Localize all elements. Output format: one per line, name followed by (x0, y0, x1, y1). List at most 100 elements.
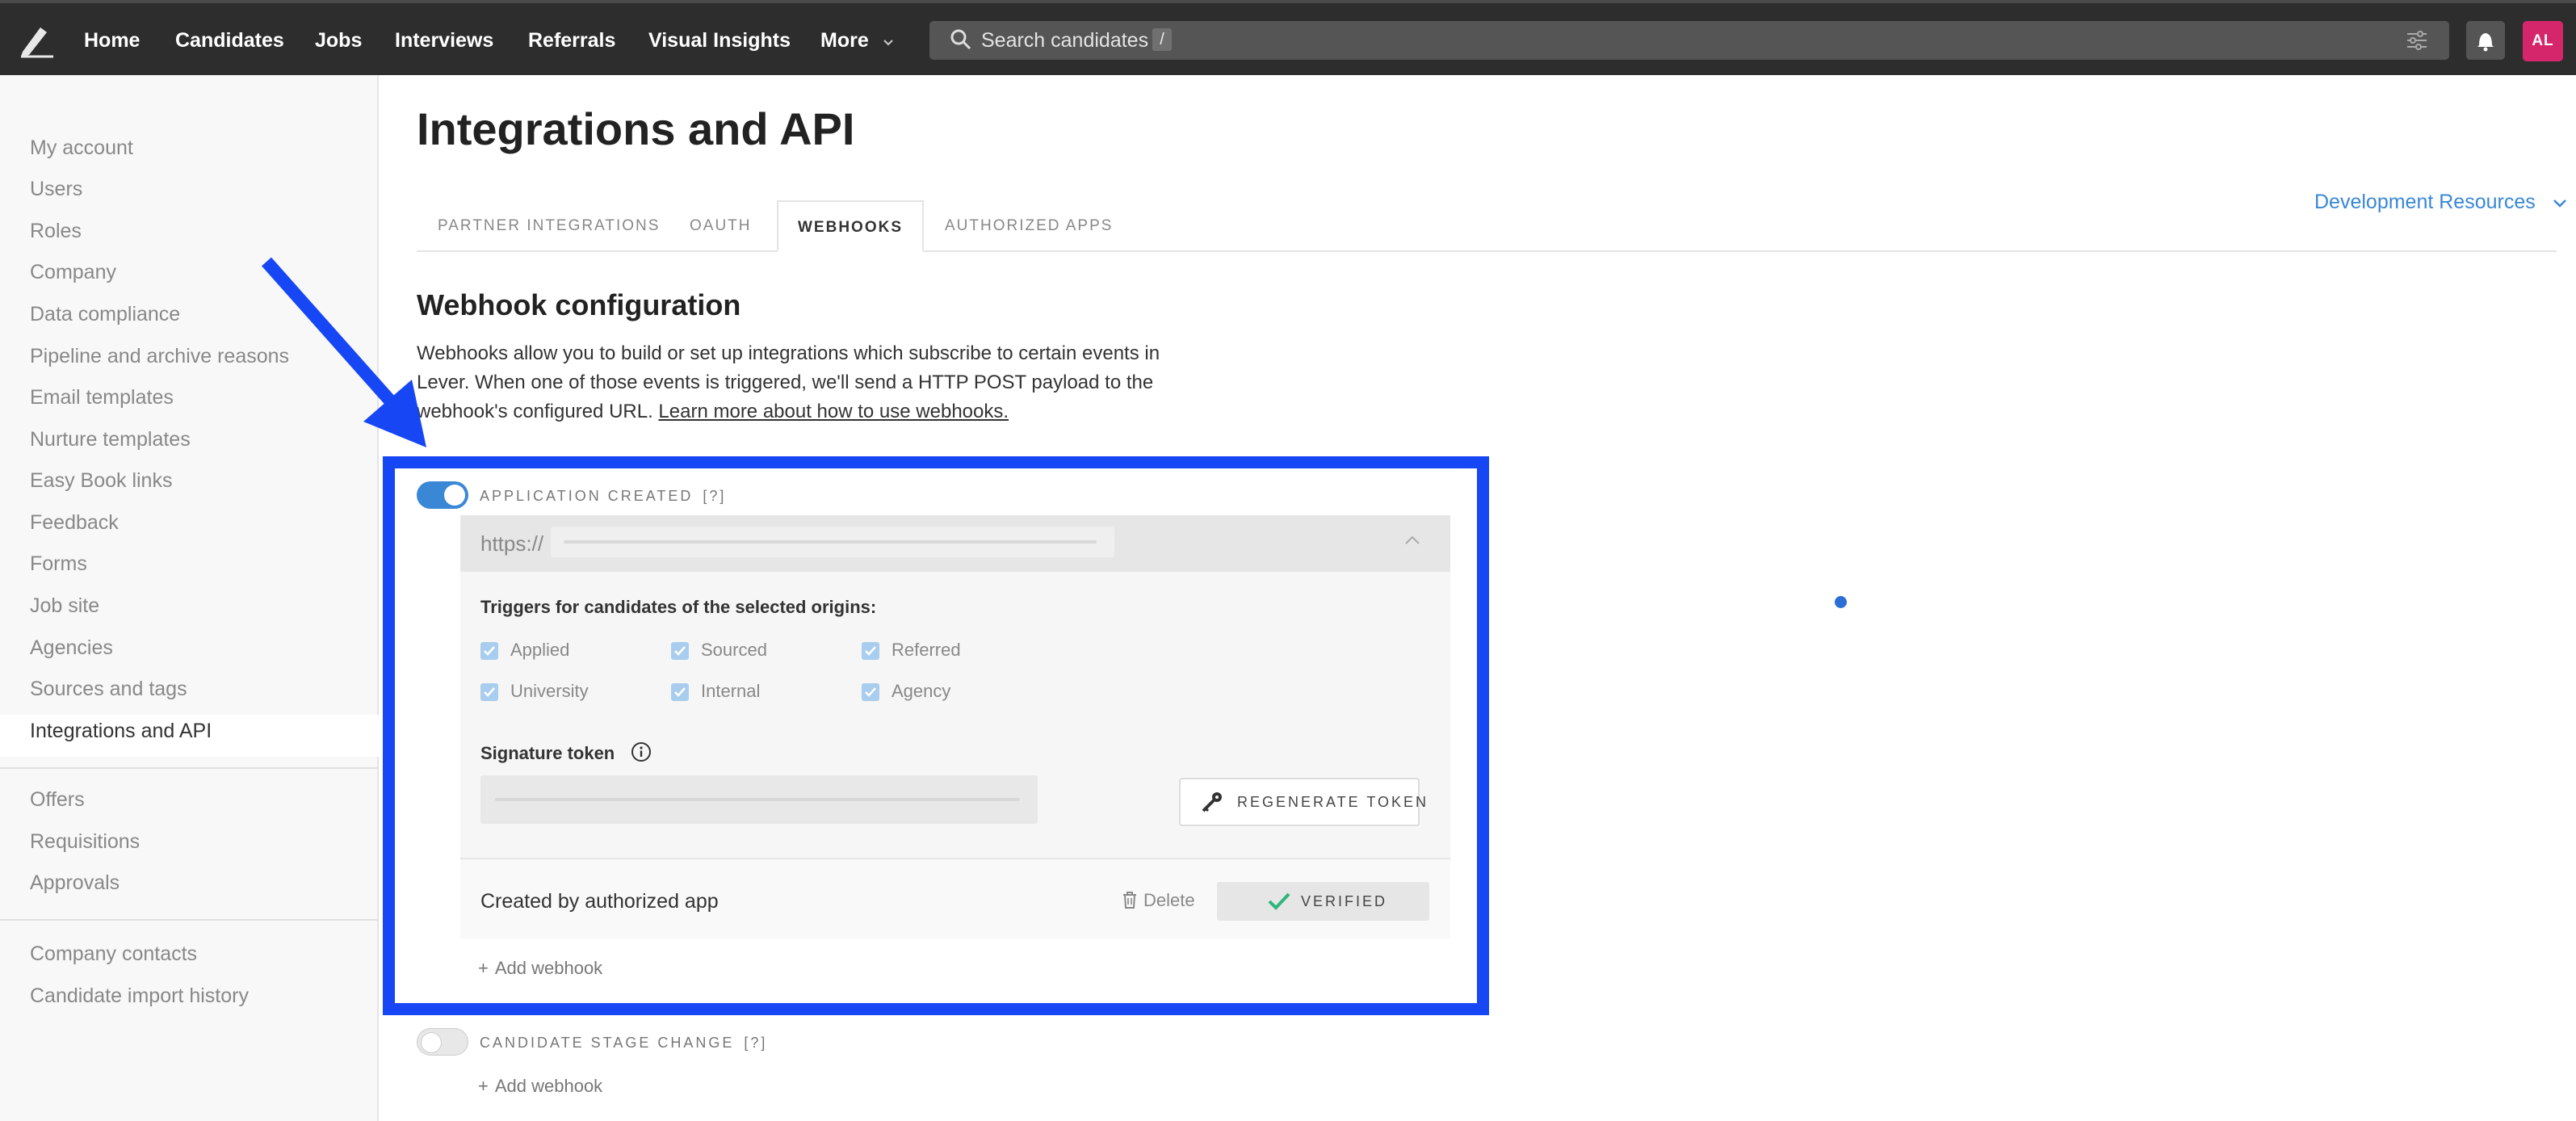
checkbox-sourced[interactable] (671, 642, 689, 660)
checkmark-icon (1268, 892, 1290, 910)
nav-more[interactable]: More (820, 29, 894, 52)
checkbox-university[interactable] (480, 683, 498, 701)
created-by-text: Created by authorized app (480, 890, 719, 913)
toggle-knob (421, 1032, 442, 1053)
trigger-label-applied: Applied (510, 640, 570, 660)
sidebar-item-pipeline-archive[interactable]: Pipeline and archive reasons (30, 345, 289, 368)
sidebar-item-job-site[interactable]: Job site (30, 594, 99, 618)
sidebar-divider (0, 767, 379, 769)
search-icon (950, 29, 971, 50)
nav-more-label: More (820, 29, 869, 52)
chevron-down-icon (2553, 199, 2566, 208)
add-webhook-button[interactable]: + Add webhook (478, 1076, 602, 1097)
development-resources-label: Development Resources (2314, 191, 2536, 213)
sidebar-item-easy-book-links[interactable]: Easy Book links (30, 469, 172, 493)
sidebar-item-requisitions[interactable]: Requisitions (30, 830, 140, 854)
check-icon (674, 646, 686, 656)
search-placeholder: Search candidates (981, 29, 1149, 52)
tab-authorized-apps[interactable]: AUTHORIZED APPS (945, 200, 1113, 252)
webhook-url-bar[interactable]: https:// (460, 515, 1450, 572)
trigger-label-referred: Referred (892, 640, 961, 660)
sidebar-item-data-compliance[interactable]: Data compliance (30, 303, 180, 326)
event-help-link[interactable]: [?] (703, 488, 726, 504)
event-name: CANDIDATE STAGE CHANGE (480, 1035, 735, 1051)
settings-sidebar: My account Users Roles Company Data comp… (0, 75, 379, 1121)
check-icon (865, 687, 876, 697)
trigger-label-agency: Agency (892, 681, 951, 701)
key-icon (1202, 792, 1222, 812)
tab-bar: PARTNER INTEGRATIONS OAUTH WEBHOOKS AUTH… (417, 200, 2557, 252)
application-created-toggle[interactable] (417, 481, 468, 509)
info-icon[interactable] (631, 741, 652, 762)
sidebar-item-agencies[interactable]: Agencies (30, 636, 113, 660)
nav-referrals[interactable]: Referrals (528, 29, 615, 52)
nav-visual-insights[interactable]: Visual Insights (648, 29, 791, 52)
regenerate-token-button[interactable]: REGENERATE TOKEN (1179, 778, 1426, 826)
webhook-url-prefix: https:// (480, 531, 544, 556)
trigger-label-sourced: Sourced (701, 640, 767, 660)
sidebar-item-my-account[interactable]: My account (30, 136, 133, 160)
checkbox-internal[interactable] (671, 683, 689, 701)
candidate-stage-change-toggle[interactable] (417, 1028, 468, 1056)
bell-icon (2477, 33, 2494, 52)
event-name: APPLICATION CREATED (480, 488, 694, 504)
chevron-down-icon (883, 40, 893, 46)
sidebar-item-email-templates[interactable]: Email templates (30, 386, 174, 409)
nav-jobs[interactable]: Jobs (315, 29, 362, 52)
nav-candidates[interactable]: Candidates (175, 29, 284, 52)
add-webhook-button[interactable]: + Add webhook (478, 958, 602, 979)
signature-token-field[interactable] (480, 775, 1038, 824)
annotation-arrow-icon (262, 257, 426, 447)
nav-home[interactable]: Home (84, 29, 140, 52)
nav-interviews[interactable]: Interviews (395, 29, 493, 52)
signature-token-title: Signature token (480, 741, 652, 764)
learn-more-link[interactable]: Learn more about how to use webhooks. (658, 401, 1009, 422)
lever-logo-icon[interactable] (18, 19, 58, 60)
sidebar-item-candidate-import-history[interactable]: Candidate import history (30, 985, 249, 1008)
search-shortcut-badge: / (1152, 28, 1172, 51)
chevron-up-icon[interactable] (1403, 535, 1421, 546)
section-title: Webhook configuration (417, 288, 741, 321)
event-label-candidate-stage-change: CANDIDATE STAGE CHANGE [?] (480, 1035, 767, 1052)
add-webhook-label: Add webhook (494, 1076, 603, 1096)
sidebar-item-nurture-templates[interactable]: Nurture templates (30, 428, 191, 451)
sidebar-item-forms[interactable]: Forms (30, 552, 87, 576)
add-webhook-label: Add webhook (494, 958, 603, 978)
user-avatar[interactable]: AL (2523, 21, 2563, 61)
sidebar-item-feedback[interactable]: Feedback (30, 511, 119, 535)
verified-label: VERIFIED (1301, 893, 1388, 909)
checkbox-referred[interactable] (862, 642, 879, 660)
verified-button[interactable]: VERIFIED (1217, 882, 1429, 921)
redaction-line (495, 798, 1020, 801)
sidebar-item-users[interactable]: Users (30, 178, 82, 201)
search-input[interactable]: Search candidates / (929, 21, 2449, 60)
filter-sliders-icon[interactable] (2406, 30, 2428, 51)
development-resources-dropdown[interactable]: Development Resources (2314, 191, 2567, 214)
checkbox-applied[interactable] (480, 642, 498, 660)
redaction-line (564, 540, 1097, 544)
sidebar-item-sources-tags[interactable]: Sources and tags (30, 678, 187, 701)
tab-partner-integrations[interactable]: PARTNER INTEGRATIONS (438, 200, 660, 252)
cursor-dot (1835, 596, 1847, 608)
event-label-application-created: APPLICATION CREATED [?] (480, 488, 726, 505)
notifications-button[interactable] (2466, 21, 2505, 60)
plus-icon: + (478, 958, 489, 978)
check-icon (484, 687, 495, 697)
tab-webhooks[interactable]: WEBHOOKS (777, 200, 924, 252)
page-title: Integrations and API (417, 103, 855, 154)
webhook-panel: https:// Triggers for candidates of the … (460, 515, 1450, 938)
sidebar-item-approvals[interactable]: Approvals (30, 871, 120, 895)
sidebar-item-roles[interactable]: Roles (30, 220, 82, 243)
signature-token-label: Signature token (480, 743, 615, 763)
trigger-label-university: University (510, 681, 589, 701)
sidebar-item-company-contacts[interactable]: Company contacts (30, 943, 197, 966)
checkbox-agency[interactable] (862, 683, 879, 701)
event-help-link[interactable]: [?] (744, 1035, 767, 1051)
sidebar-item-company[interactable]: Company (30, 261, 116, 284)
delete-button[interactable]: Delete (1121, 890, 1195, 911)
sidebar-item-integrations-api[interactable]: Integrations and API (30, 720, 212, 743)
tab-oauth[interactable]: OAUTH (690, 200, 752, 252)
sidebar-item-offers[interactable]: Offers (30, 788, 85, 812)
plus-icon: + (478, 1076, 489, 1096)
webhook-url-redacted (551, 527, 1114, 557)
